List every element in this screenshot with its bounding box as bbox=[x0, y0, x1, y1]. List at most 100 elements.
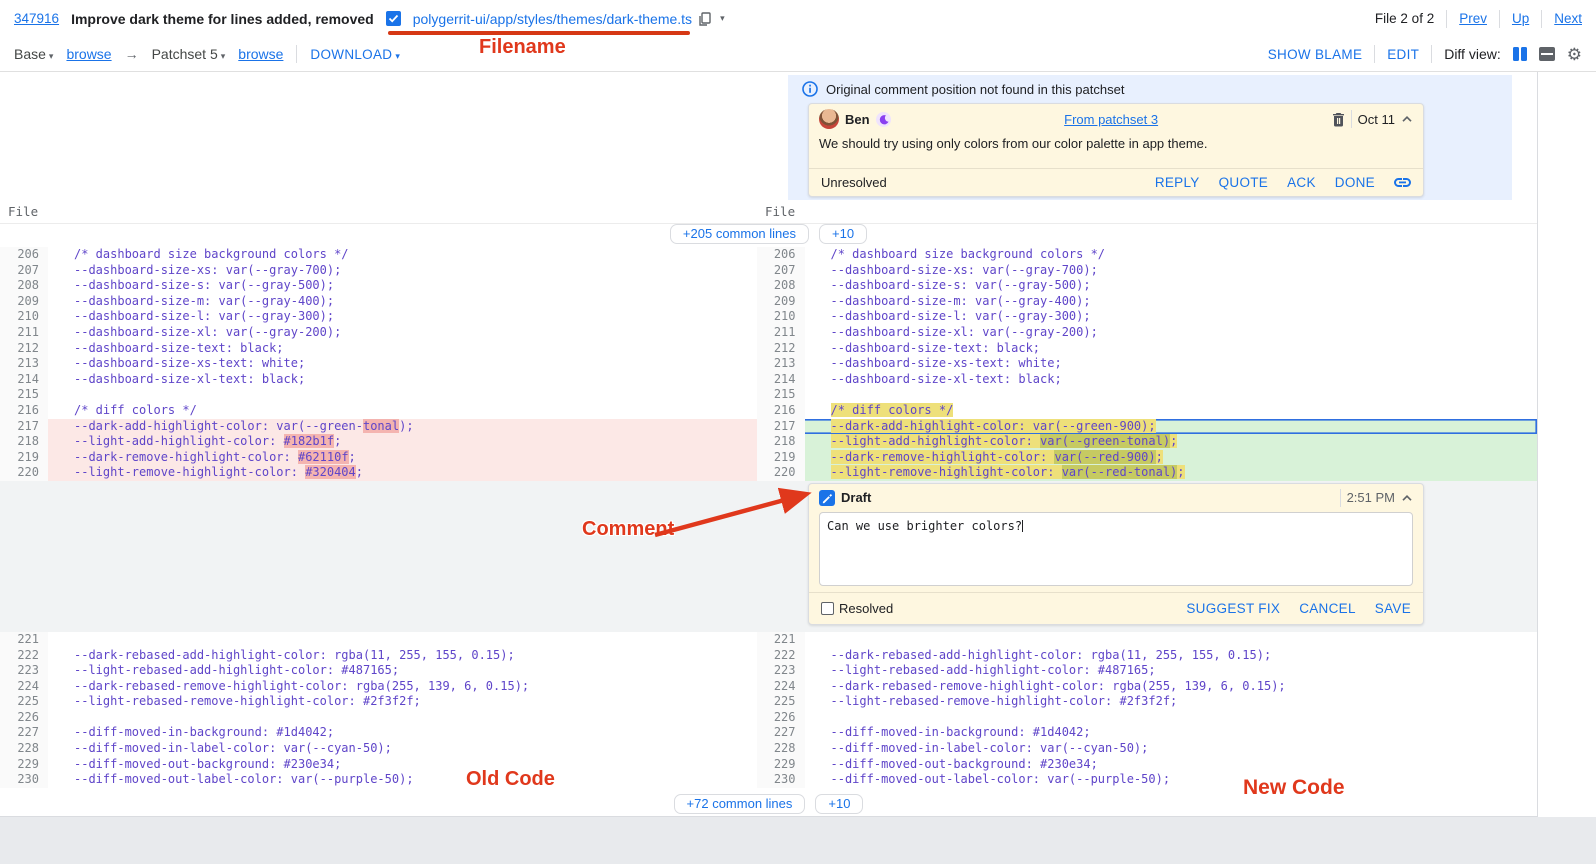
line-number[interactable]: 226 bbox=[757, 710, 805, 726]
line-number[interactable]: 213 bbox=[0, 356, 48, 372]
line-number[interactable]: 210 bbox=[757, 309, 805, 325]
diff-row: 209--dashboard-size-m: var(--gray-400);2… bbox=[0, 294, 1537, 310]
diff-row: 206/* dashboard size background colors *… bbox=[0, 247, 1537, 263]
browse-patchset-link[interactable]: browse bbox=[238, 46, 283, 62]
line-number[interactable]: 223 bbox=[0, 663, 48, 679]
check-icon bbox=[388, 13, 399, 24]
line-number[interactable]: 219 bbox=[0, 450, 48, 466]
line-number[interactable]: 230 bbox=[757, 772, 805, 788]
line-number[interactable]: 206 bbox=[0, 247, 48, 263]
expand-common-lines-button[interactable]: +205 common lines bbox=[670, 224, 809, 244]
line-number[interactable]: 206 bbox=[757, 247, 805, 263]
code-line: --diff-moved-in-background: #1d4042; bbox=[805, 725, 1538, 741]
expand-ten-lines-button[interactable]: +10 bbox=[819, 224, 867, 244]
change-number-link[interactable]: 347916 bbox=[14, 11, 59, 26]
resolved-checkbox-row[interactable]: Resolved bbox=[821, 601, 893, 616]
line-number[interactable]: 215 bbox=[0, 387, 48, 403]
reviewed-checkbox[interactable] bbox=[386, 11, 401, 26]
quote-button[interactable]: QUOTE bbox=[1219, 175, 1269, 190]
line-number[interactable]: 225 bbox=[0, 694, 48, 710]
line-number[interactable]: 212 bbox=[757, 341, 805, 357]
line-number[interactable]: 221 bbox=[0, 632, 48, 648]
collapse-chevron-icon[interactable] bbox=[1401, 494, 1413, 502]
diff-row: 207--dashboard-size-xs: var(--gray-700);… bbox=[0, 263, 1537, 279]
line-number[interactable]: 207 bbox=[0, 263, 48, 279]
unified-view-icon[interactable] bbox=[1539, 47, 1555, 61]
line-number[interactable]: 208 bbox=[0, 278, 48, 294]
collapse-chevron-icon[interactable] bbox=[1401, 115, 1413, 123]
line-number[interactable]: 214 bbox=[757, 372, 805, 388]
up-link[interactable]: Up bbox=[1512, 11, 1529, 26]
line-number[interactable]: 230 bbox=[0, 772, 48, 788]
suggest-fix-button[interactable]: SUGGEST FIX bbox=[1186, 601, 1280, 616]
code-line: --light-add-highlight-color: #182b1f; bbox=[48, 434, 757, 450]
line-number[interactable]: 225 bbox=[757, 694, 805, 710]
line-number[interactable]: 216 bbox=[0, 403, 48, 419]
line-number[interactable]: 214 bbox=[0, 372, 48, 388]
line-number[interactable]: 208 bbox=[757, 278, 805, 294]
line-number[interactable]: 222 bbox=[757, 648, 805, 664]
line-number[interactable]: 227 bbox=[0, 725, 48, 741]
save-button[interactable]: SAVE bbox=[1375, 601, 1411, 616]
line-number[interactable]: 224 bbox=[0, 679, 48, 695]
reply-button[interactable]: REPLY bbox=[1155, 175, 1200, 190]
thread-info-text: Original comment position not found in t… bbox=[826, 82, 1124, 97]
line-number[interactable]: 229 bbox=[0, 757, 48, 773]
next-file-link[interactable]: Next bbox=[1554, 11, 1582, 26]
delete-comment-icon[interactable] bbox=[1332, 112, 1345, 127]
line-number[interactable]: 211 bbox=[0, 325, 48, 341]
line-number[interactable]: 220 bbox=[0, 465, 48, 481]
draft-comment-input[interactable]: Can we use brighter colors? bbox=[819, 512, 1413, 586]
line-number[interactable]: 222 bbox=[0, 648, 48, 664]
code-line: --light-rebased-remove-highlight-color: … bbox=[805, 694, 1538, 710]
line-number[interactable]: 209 bbox=[0, 294, 48, 310]
line-number[interactable]: 227 bbox=[757, 725, 805, 741]
line-number[interactable]: 223 bbox=[757, 663, 805, 679]
prev-file-link[interactable]: Prev bbox=[1459, 11, 1487, 26]
side-by-side-view-icon[interactable] bbox=[1513, 47, 1527, 61]
file-path-link[interactable]: polygerrit-ui/app/styles/themes/dark-the… bbox=[413, 11, 692, 27]
line-number[interactable]: 219 bbox=[757, 450, 805, 466]
browse-base-link[interactable]: browse bbox=[66, 46, 111, 62]
from-patchset-link[interactable]: From patchset 3 bbox=[1064, 112, 1158, 127]
diff-row: 215 215 bbox=[0, 387, 1537, 403]
line-number[interactable]: 224 bbox=[757, 679, 805, 695]
expand-ten-lines-button[interactable]: +10 bbox=[815, 794, 863, 814]
line-number[interactable]: 213 bbox=[757, 356, 805, 372]
file-dropdown-icon[interactable]: ▾ bbox=[720, 13, 725, 24]
cancel-button[interactable]: CANCEL bbox=[1299, 601, 1356, 616]
arrow-right-icon: → bbox=[125, 46, 139, 62]
edit-button[interactable]: EDIT bbox=[1387, 47, 1419, 62]
line-number[interactable]: 218 bbox=[0, 434, 48, 450]
copy-icon[interactable] bbox=[698, 12, 711, 26]
line-number[interactable]: 220 bbox=[757, 465, 805, 481]
line-number[interactable]: 210 bbox=[0, 309, 48, 325]
line-number[interactable]: 228 bbox=[0, 741, 48, 757]
line-number[interactable]: 216 bbox=[757, 403, 805, 419]
resolved-checkbox[interactable] bbox=[821, 602, 834, 615]
line-number[interactable]: 229 bbox=[757, 757, 805, 773]
base-dropdown[interactable]: Base▾ bbox=[14, 46, 53, 62]
settings-gear-icon[interactable]: ⚙ bbox=[1567, 46, 1582, 63]
line-number[interactable]: 215 bbox=[757, 387, 805, 403]
code-line bbox=[48, 387, 757, 403]
ack-button[interactable]: ACK bbox=[1287, 175, 1316, 190]
line-number[interactable]: 212 bbox=[0, 341, 48, 357]
line-number[interactable]: 217 bbox=[0, 419, 48, 435]
line-number[interactable]: 226 bbox=[0, 710, 48, 726]
line-number[interactable]: 218 bbox=[757, 434, 805, 450]
code-line: --dark-rebased-add-highlight-color: rgba… bbox=[48, 648, 757, 664]
line-number[interactable]: 209 bbox=[757, 294, 805, 310]
show-blame-button[interactable]: SHOW BLAME bbox=[1268, 47, 1363, 62]
line-number[interactable]: 207 bbox=[757, 263, 805, 279]
line-number[interactable]: 217 bbox=[757, 419, 805, 435]
patchset-dropdown[interactable]: Patchset 5▾ bbox=[152, 46, 226, 62]
file-label-left: File bbox=[8, 204, 38, 219]
copy-link-icon[interactable] bbox=[1394, 177, 1411, 188]
line-number[interactable]: 228 bbox=[757, 741, 805, 757]
done-button[interactable]: DONE bbox=[1335, 175, 1375, 190]
line-number[interactable]: 211 bbox=[757, 325, 805, 341]
line-number[interactable]: 221 bbox=[757, 632, 805, 648]
expand-common-lines-button[interactable]: +72 common lines bbox=[674, 794, 806, 814]
download-dropdown[interactable]: DOWNLOAD▾ bbox=[310, 47, 400, 62]
